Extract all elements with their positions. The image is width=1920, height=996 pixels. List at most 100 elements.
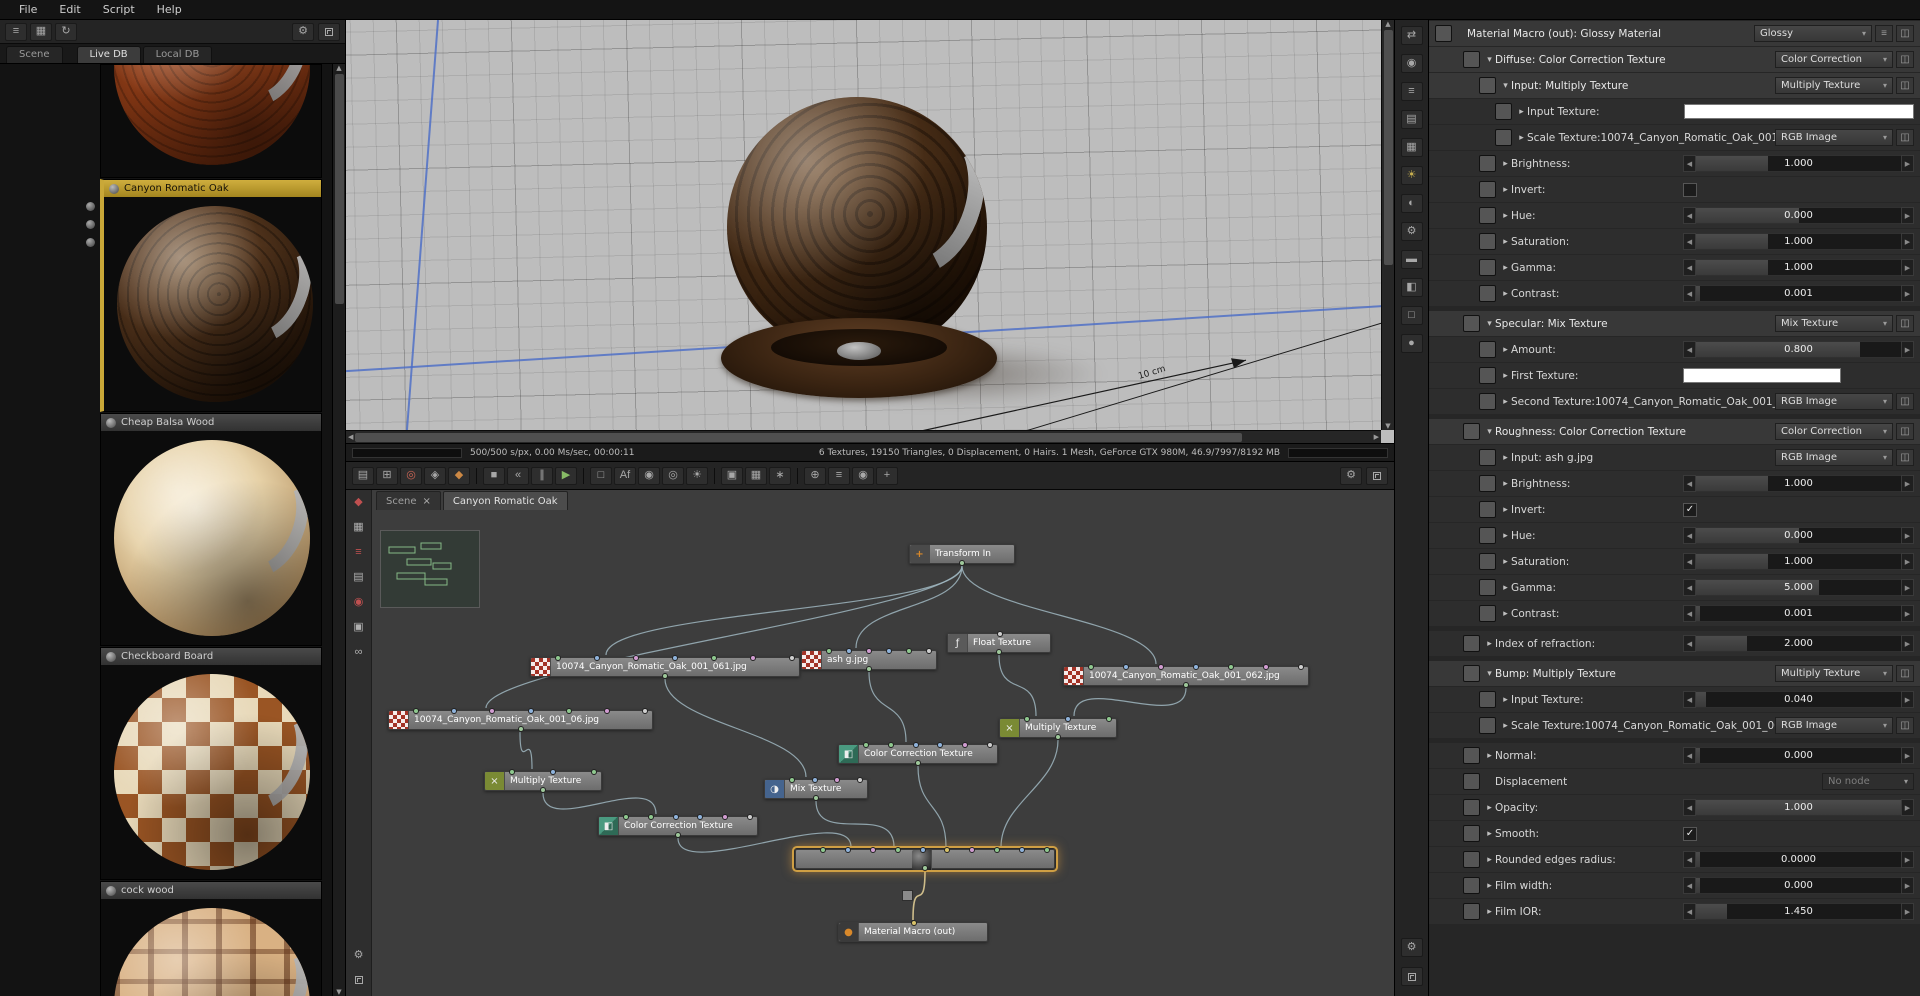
val-param-icon[interactable] [1463,877,1480,894]
slider-increment-button[interactable]: ▶ [1901,903,1914,920]
slider-increment-button[interactable]: ▶ [1901,635,1914,652]
input-pin[interactable] [937,742,944,748]
expand-icon[interactable]: ▸ [1500,695,1511,705]
output-pin[interactable] [662,673,668,679]
expand-icon[interactable]: ▸ [1500,531,1511,541]
slider-increment-button[interactable]: ▶ [1901,155,1914,172]
daylight-icon[interactable]: ☀ [686,466,708,485]
node-float-texture[interactable]: ƒ Float Texture [947,631,1051,655]
node-mix-texture[interactable]: ◑ Mix Texture [764,777,868,801]
input-pin[interactable] [926,648,932,654]
param-film-width[interactable]: ▸ Film width: ◀ 0.000 ▶ [1429,873,1920,898]
input-pin[interactable] [722,814,729,820]
output-pin[interactable] [866,666,872,672]
material-ball-icon[interactable] [86,238,95,247]
input-pin[interactable] [987,742,993,748]
image-icon[interactable]: ▣ [350,619,368,635]
material-icon[interactable]: ◆ [350,494,368,510]
val-param-icon[interactable] [1463,903,1480,920]
node-type-dropdown[interactable]: RGB Image ▾ [1775,393,1893,410]
input-pin[interactable] [1088,664,1094,670]
input-pin[interactable] [869,847,876,853]
param-scale-texture-10074-canyon-romatic-oak-001-06-jpg[interactable]: ▸ Scale Texture:10074_Canyon_Romatic_Oak_… [1429,125,1920,150]
node-param-icon[interactable] [1435,25,1452,42]
expand-icon[interactable]: ▸ [1500,721,1511,731]
browser-expand-icon[interactable] [318,22,340,41]
input-pin[interactable] [944,847,951,853]
param-contrast[interactable]: ▸ Contrast: ◀ 0.001 ▶ [1429,281,1920,306]
input-pin[interactable] [894,847,901,853]
input-pin[interactable] [1024,716,1030,722]
param-hue[interactable]: ▸ Hue: ◀ 0.000 ▶ [1429,523,1920,548]
param-input-ash-g-jpg[interactable]: ▸ Input: ash g.jpg RGB Image ▾ ◫ [1429,445,1920,470]
node-minimap[interactable] [380,530,480,608]
val-param-icon[interactable] [1479,605,1496,622]
input-pin[interactable] [1044,847,1050,853]
input-pin[interactable] [994,847,1001,853]
node-multiply-right[interactable]: × Multiply Texture [999,716,1117,740]
input-pin[interactable] [1123,664,1129,670]
input-pin[interactable] [919,847,926,853]
restart-render-icon[interactable]: « [507,466,529,485]
param-input-texture[interactable]: ▸ Input Texture: ◀ 0.040 ▶ [1429,687,1920,712]
slider-increment-button[interactable]: ▶ [1901,747,1914,764]
slider-increment-button[interactable]: ▶ [1901,691,1914,708]
slider-track[interactable]: 0.000 [1696,527,1901,544]
slider-decrement-button[interactable]: ◀ [1683,475,1696,492]
render-viewport[interactable]: 10 cm ▲ ▼ ◀ ▶ [346,20,1394,444]
output-pin[interactable] [1183,682,1189,688]
cc-param-icon[interactable] [1463,51,1480,68]
val-param-icon[interactable] [1479,233,1496,250]
collapse-icon[interactable]: ▾ [1484,427,1495,437]
val-param-icon[interactable] [1463,851,1480,868]
start-render-icon[interactable]: ▶ [555,466,577,485]
slider-track[interactable]: 0.001 [1696,285,1901,302]
viewport-expand-icon[interactable] [1366,466,1388,485]
material-item-partial[interactable] [100,64,322,178]
text-input[interactable] [1683,368,1841,383]
val-param-icon[interactable] [1479,691,1496,708]
slider-track[interactable]: 0.000 [1696,877,1901,894]
param-first-texture[interactable]: ▸ First Texture: [1429,363,1920,388]
pick-focus-icon[interactable]: ◈ [424,466,446,485]
param-diffuse-color-correction-texture[interactable]: ▾ Diffuse: Color Correction Texture Color … [1429,47,1920,72]
node-type-dropdown[interactable]: Glossy ▾ [1754,25,1872,42]
input-pin[interactable] [672,655,678,661]
val-param-icon[interactable] [1479,341,1496,358]
node-link-icon[interactable]: ◫ [1896,665,1914,682]
viewport-hscroll[interactable]: ◀ ▶ [346,430,1381,443]
slider-increment-button[interactable]: ▶ [1901,285,1914,302]
node-type-dropdown[interactable]: Color Correction ▾ [1775,51,1893,68]
input-pin[interactable] [594,655,600,661]
browser-tab-scene[interactable]: Scene [6,46,63,63]
checkbox[interactable] [1683,182,1697,197]
slider-track[interactable]: 1.000 [1696,155,1901,172]
input-pin[interactable] [906,648,912,654]
graph-tab-scene[interactable]: Scene × [376,491,441,510]
node-link-icon[interactable]: ◫ [1896,129,1914,146]
collapse-icon[interactable]: ▾ [1484,669,1495,679]
visible-environment-icon[interactable]: ◐ [1400,194,1423,213]
slider-track[interactable]: 5.000 [1696,579,1901,596]
screenshot-icon[interactable]: ◉ [852,466,874,485]
slider-decrement-button[interactable]: ◀ [1683,635,1696,652]
expand-icon[interactable]: ▸ [1500,263,1511,273]
param-smooth[interactable]: ▸ Smooth: ✓ [1429,821,1920,846]
node-link-icon[interactable]: ◫ [1896,393,1914,410]
node-editor[interactable]: ◆ ▦ ≡ ▤ ◉ ▣ ∞ ⚙ Scene × Canyon Romatic Oak + Trans… [346,490,1394,996]
menu-script[interactable]: Script [92,1,146,18]
input-pin[interactable] [912,742,919,748]
slider-track[interactable]: 1.000 [1696,553,1901,570]
input-pin[interactable] [750,655,756,661]
slider-increment-button[interactable]: ▶ [1901,605,1914,622]
scroll-down-icon[interactable]: ▼ [336,988,341,996]
param-opacity[interactable]: ▸ Opacity: ◀ 1.000 ▶ [1429,795,1920,820]
input-pin[interactable] [591,769,597,775]
material-ball-icon[interactable] [86,220,95,229]
graph-tab-canyon-romatic-oak[interactable]: Canyon Romatic Oak [442,491,568,510]
slider-increment-button[interactable]: ▶ [1901,877,1914,894]
param-index-of-refraction[interactable]: ▸ Index of refraction: ◀ 2.000 ▶ [1429,631,1920,656]
val-param-icon[interactable] [1479,579,1496,596]
img-param-icon[interactable] [1479,449,1496,466]
node-color-correction-center[interactable]: ◧ Color Correction Texture [838,742,998,766]
